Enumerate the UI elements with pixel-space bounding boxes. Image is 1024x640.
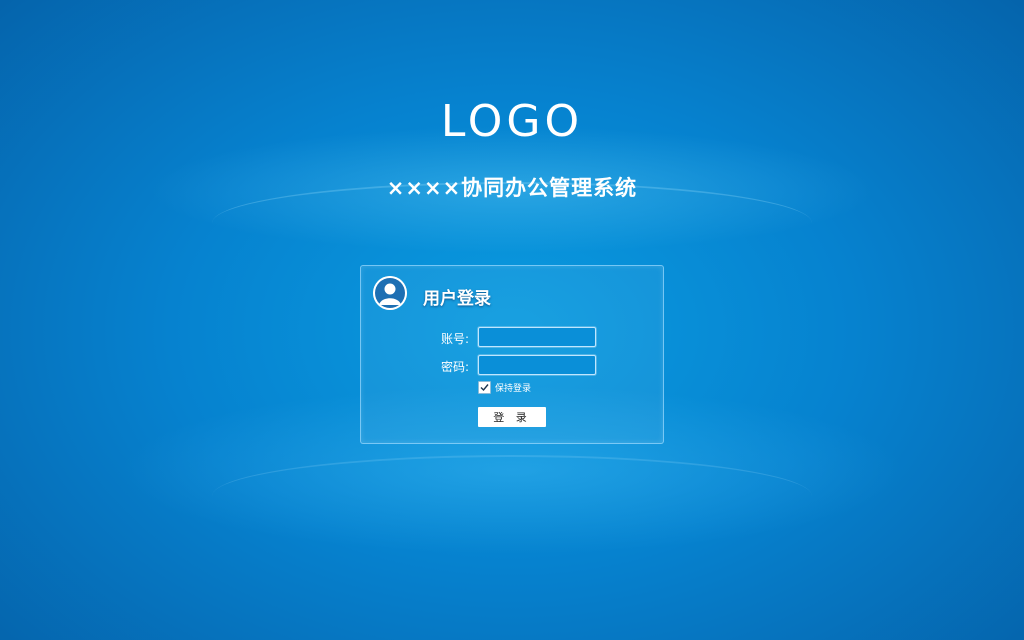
login-panel: 用户登录 账号: 密码: 保持登录 登 录: [360, 265, 664, 444]
account-label: 账号:: [441, 332, 470, 346]
system-title: ××××协同办公管理系统: [386, 176, 638, 200]
remember-login-option[interactable]: 保持登录: [478, 380, 531, 394]
checkmark-icon: [480, 383, 489, 391]
remember-checkbox[interactable]: [478, 380, 491, 394]
decorative-arc-bottom: [212, 455, 812, 537]
remember-label: 保持登录: [495, 383, 532, 394]
user-avatar-icon: [373, 276, 407, 310]
logo: LOGO: [440, 96, 584, 147]
password-input[interactable]: [478, 355, 596, 375]
password-label: 密码:: [441, 360, 470, 374]
account-input[interactable]: [478, 327, 596, 347]
login-button[interactable]: 登 录: [478, 407, 546, 427]
login-title: 用户登录: [423, 289, 491, 309]
